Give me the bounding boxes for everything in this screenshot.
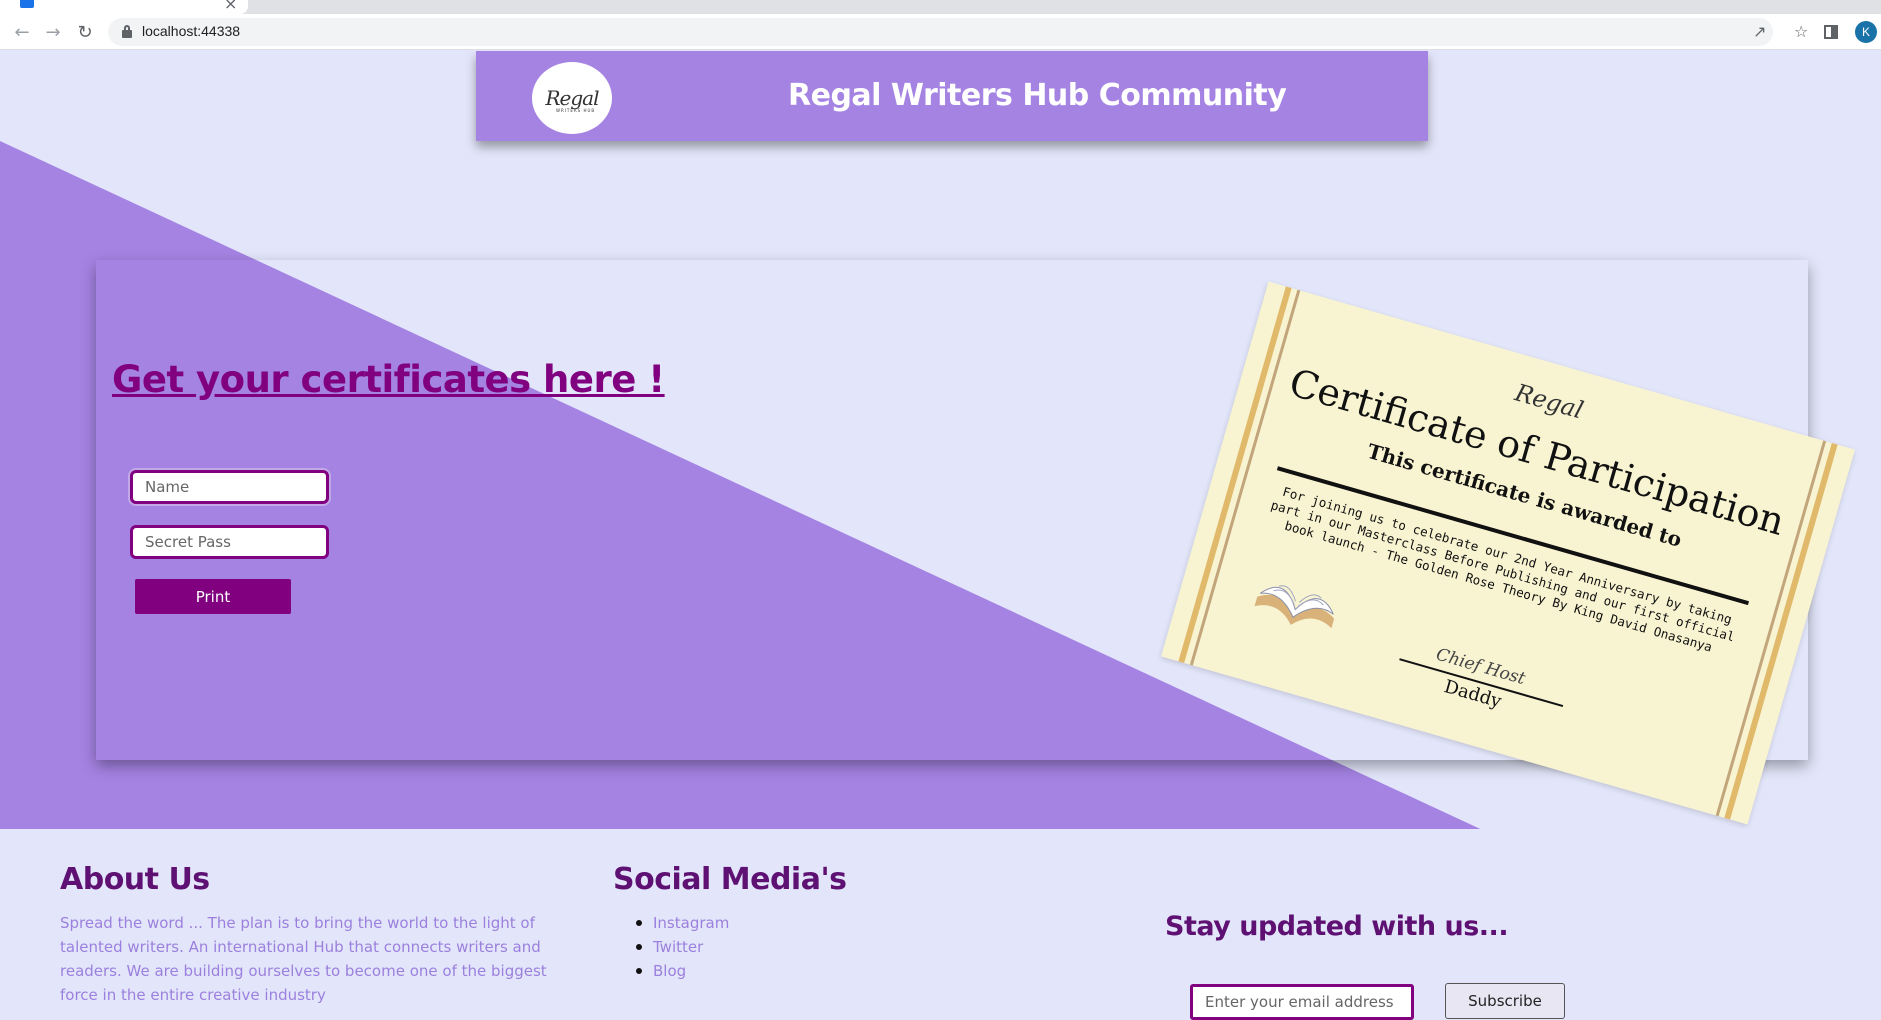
social-media-heading: Social Media's bbox=[613, 862, 847, 897]
social-links-list: Instagram Twitter Blog bbox=[635, 911, 729, 983]
active-tab[interactable]: × bbox=[0, 0, 248, 14]
newsletter-email-input[interactable] bbox=[1190, 984, 1414, 1020]
profile-avatar[interactable]: K bbox=[1855, 21, 1877, 43]
site-title: Regal Writers Hub Community bbox=[788, 78, 1287, 113]
name-input[interactable] bbox=[130, 470, 329, 504]
share-icon[interactable]: ↗ bbox=[1753, 22, 1766, 41]
social-link-twitter[interactable]: Twitter bbox=[635, 935, 729, 959]
logo-text: Regal bbox=[545, 86, 599, 110]
side-panel-icon[interactable] bbox=[1824, 25, 1838, 39]
address-bar[interactable]: localhost:44338 ↗ ☆ bbox=[108, 18, 1808, 46]
certificate-heading-link[interactable]: Get your certificates here ! bbox=[112, 358, 665, 401]
certificate-logo: Regal bbox=[1511, 378, 1587, 425]
open-book-icon bbox=[1254, 585, 1335, 629]
footer: About Us Spread the word ... The plan is… bbox=[0, 829, 1881, 1020]
about-us-text: Spread the word ... The plan is to bring… bbox=[60, 914, 547, 1004]
social-link-instagram[interactable]: Instagram bbox=[635, 911, 729, 935]
site-logo[interactable]: Regal WRITERS HUB bbox=[532, 62, 612, 134]
browser-toolbar: ← → ↻ localhost:44338 ↗ ☆ K bbox=[0, 14, 1881, 50]
back-arrow-icon[interactable]: ← bbox=[10, 20, 34, 44]
favicon-icon bbox=[20, 0, 34, 8]
lock-icon bbox=[122, 25, 132, 38]
about-us-heading: About Us bbox=[60, 862, 210, 897]
reload-icon[interactable]: ↻ bbox=[73, 20, 97, 44]
print-button[interactable]: Print bbox=[135, 579, 291, 614]
site-header: Regal WRITERS HUB Regal Writers Hub Comm… bbox=[476, 51, 1428, 141]
url-text[interactable]: localhost:44338 bbox=[142, 23, 240, 39]
logo-subtext: WRITERS HUB bbox=[556, 108, 596, 113]
tab-strip: × bbox=[0, 0, 1881, 14]
secret-pass-input[interactable] bbox=[130, 525, 329, 559]
social-link-blog[interactable]: Blog bbox=[635, 959, 729, 983]
tab-close-icon[interactable]: × bbox=[224, 0, 237, 13]
forward-arrow-icon[interactable]: → bbox=[41, 20, 65, 44]
subscribe-button[interactable]: Subscribe bbox=[1445, 983, 1565, 1019]
bookmark-star-icon[interactable]: ☆ bbox=[1794, 22, 1808, 41]
stay-updated-heading: Stay updated with us... bbox=[1165, 911, 1509, 942]
